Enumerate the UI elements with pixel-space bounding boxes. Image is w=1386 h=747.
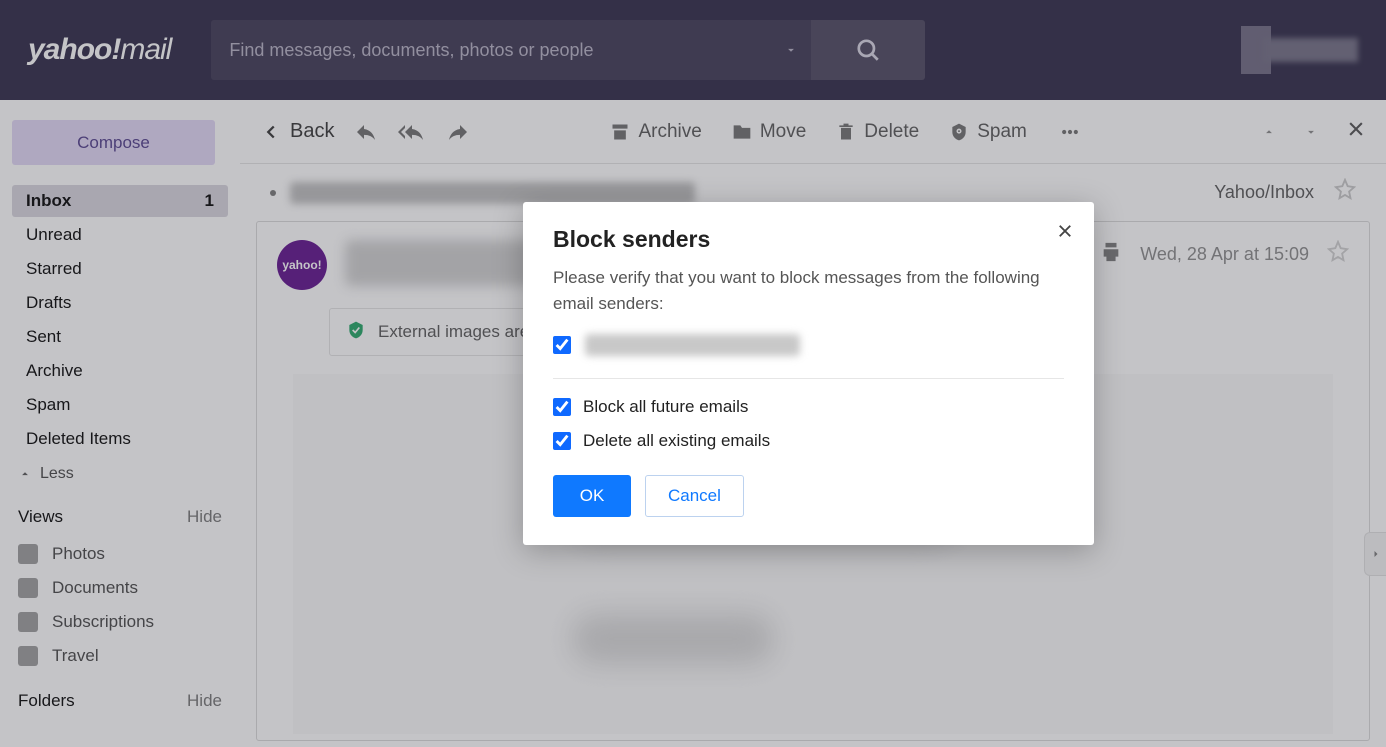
sender-email xyxy=(585,334,800,356)
delete-existing-checkbox[interactable] xyxy=(553,432,571,450)
dialog-title: Block senders xyxy=(553,226,1064,253)
block-future-row: Block all future emails xyxy=(553,397,1064,417)
dialog-divider xyxy=(553,378,1064,379)
block-future-label: Block all future emails xyxy=(583,397,748,417)
dialog-buttons: OK Cancel xyxy=(553,475,1064,517)
sender-checkbox[interactable] xyxy=(553,336,571,354)
block-senders-dialog: Block senders Please verify that you wan… xyxy=(523,202,1094,545)
dialog-body: Please verify that you want to block mes… xyxy=(553,265,1064,316)
sender-checkbox-row xyxy=(553,334,1064,378)
delete-existing-row: Delete all existing emails xyxy=(553,431,1064,451)
cancel-button[interactable]: Cancel xyxy=(645,475,744,517)
ok-button[interactable]: OK xyxy=(553,475,631,517)
block-future-checkbox[interactable] xyxy=(553,398,571,416)
delete-existing-label: Delete all existing emails xyxy=(583,431,770,451)
close-icon xyxy=(1056,222,1074,240)
dialog-close-button[interactable] xyxy=(1056,220,1074,246)
